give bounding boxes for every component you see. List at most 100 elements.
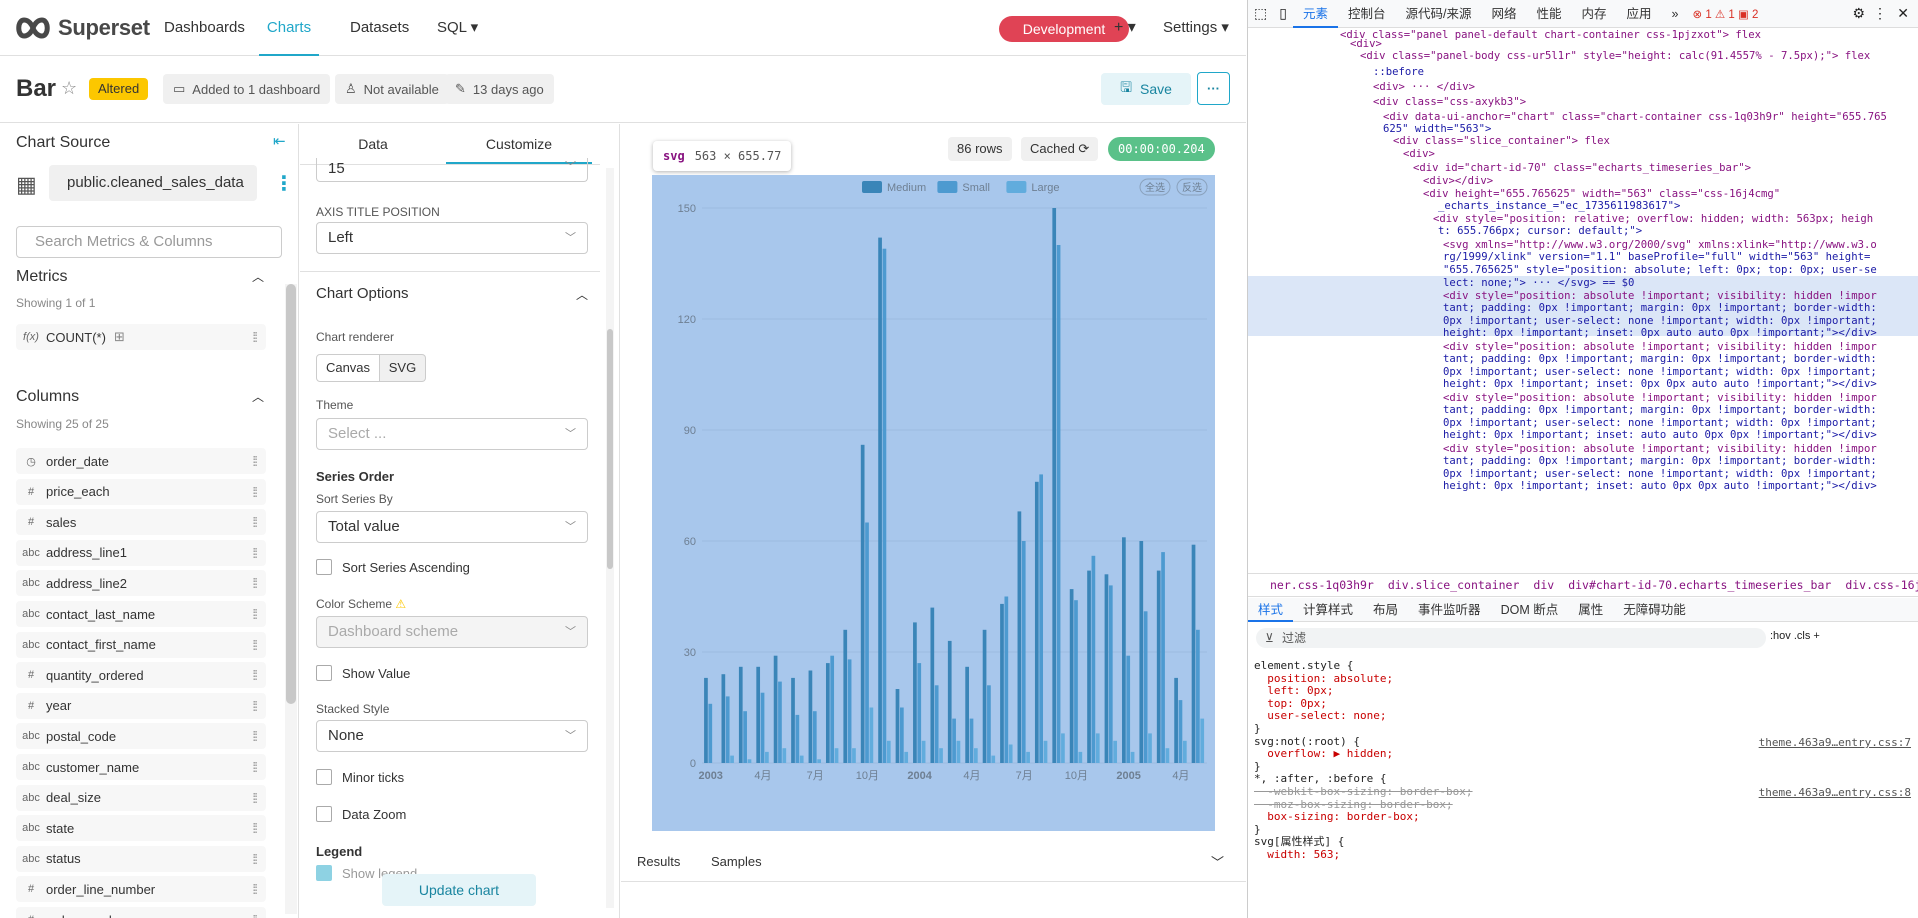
column-item[interactable]: abc contact_last_name ⁞⁞ xyxy=(16,601,266,627)
drag-handle-icon[interactable]: ⁞⁞ xyxy=(252,453,258,469)
dom-node-line[interactable]: height: 0px !important; inset: 0px 0px a… xyxy=(1443,377,1877,392)
nav-datasets[interactable]: Datasets xyxy=(350,0,409,56)
devtools-issue-counts[interactable]: ⊗ 1 ⚠ 1 ▣ 2 xyxy=(1688,7,1758,21)
chevron-up-icon[interactable]: ︿ xyxy=(252,268,264,285)
altered-badge[interactable]: Altered xyxy=(89,78,149,100)
dom-node-line[interactable]: height: 0px !important; inset: auto 0px … xyxy=(1443,479,1877,494)
subtab-event-listeners[interactable]: 事件监听器 xyxy=(1408,598,1491,622)
checkbox-checked[interactable] xyxy=(316,865,332,881)
data-zoom-checkbox[interactable]: Data Zoom xyxy=(316,806,406,822)
column-item[interactable]: # quantity_ordered ⁞⁞ xyxy=(16,662,266,689)
devtools-tab-sources[interactable]: 源代码/来源 xyxy=(1395,0,1481,28)
show-value-checkbox[interactable]: Show Value xyxy=(316,665,410,681)
drag-handle-icon[interactable]: ⁞⁞ xyxy=(252,759,258,775)
minor-ticks-checkbox[interactable]: Minor ticks xyxy=(316,769,404,785)
dom-node-line[interactable]: <div> ··· </div> xyxy=(1373,80,1475,95)
dashboards-meta[interactable]: ▭ Added to 1 dashboard xyxy=(163,74,331,104)
drag-handle-icon[interactable]: ⁞⁞ xyxy=(252,790,258,806)
styles-filter-input[interactable]: ⊻ 过滤 xyxy=(1256,628,1766,648)
columns-heading[interactable]: Columns xyxy=(16,388,79,406)
drag-handle-icon[interactable]: ⁞⁞ xyxy=(252,912,258,918)
nav-dashboards[interactable]: Dashboards xyxy=(164,0,245,56)
tab-results[interactable]: Results xyxy=(637,854,680,869)
update-chart-button[interactable]: Update chart xyxy=(382,874,536,906)
chevron-up-icon[interactable]: ︿ xyxy=(252,388,264,405)
column-item[interactable]: # year ⁞⁞ xyxy=(16,692,266,719)
column-item[interactable]: # sales ⁞⁞ xyxy=(16,509,266,536)
checkbox-box[interactable] xyxy=(316,806,332,822)
metric-item[interactable]: f(x) COUNT(*) ⊞ ⁞⁞ xyxy=(16,324,266,350)
column-item[interactable]: abc contact_first_name ⁞⁞ xyxy=(16,631,266,658)
column-item[interactable]: abc address_line2 ⁞⁞ xyxy=(16,570,266,597)
scrollbar-thumb[interactable] xyxy=(607,329,613,569)
crumb[interactable]: div.css-16j4cmg xyxy=(1845,578,1918,592)
renderer-svg-option[interactable]: SVG xyxy=(380,354,426,382)
tab-samples[interactable]: Samples xyxy=(711,854,762,869)
inspect-icon[interactable]: ⬚ xyxy=(1248,5,1273,22)
subtab-computed[interactable]: 计算样式 xyxy=(1293,598,1363,622)
column-item[interactable]: abc state ⁞⁞ xyxy=(16,815,266,842)
devtools-tab-elements[interactable]: 元素 xyxy=(1292,0,1338,28)
star-icon[interactable]: ☆ xyxy=(61,78,77,99)
font-size-select[interactable]: 15 ﹀ xyxy=(316,158,588,182)
column-item[interactable]: abc postal_code ⁞⁞ xyxy=(16,723,266,750)
new-plus-menu[interactable]: + ▾ xyxy=(1114,0,1136,56)
devtools-tab-console[interactable]: 控制台 xyxy=(1338,0,1396,28)
drag-handle-icon[interactable]: ⁞⁞ xyxy=(252,514,258,530)
metrics-heading[interactable]: Metrics xyxy=(16,268,68,286)
drag-handle-icon[interactable]: ⁞⁞ xyxy=(252,545,258,561)
gear-icon[interactable]: ⚙ xyxy=(1852,5,1865,22)
color-scheme-select[interactable]: Dashboard scheme ﹀ xyxy=(316,616,588,648)
checkbox-box[interactable] xyxy=(316,769,332,785)
more-actions-button[interactable]: ··· xyxy=(1197,72,1230,105)
column-item[interactable]: # price_each ⁞⁞ xyxy=(16,478,266,505)
column-item[interactable]: # order_line_number ⁞⁞ xyxy=(16,876,266,903)
axis-title-position-select[interactable]: Left ﹀ xyxy=(316,222,588,254)
devtools-more-tabs[interactable]: » xyxy=(1662,0,1689,28)
drag-handle-icon[interactable]: ⁞⁞ xyxy=(252,329,258,345)
column-item[interactable]: ◷ order_date ⁞⁞ xyxy=(16,448,266,474)
sort-series-by-select[interactable]: Total value ﹀ xyxy=(316,511,588,543)
dataset-name[interactable]: public.cleaned_sales_data xyxy=(49,165,257,201)
checkbox-box[interactable] xyxy=(316,665,332,681)
drag-handle-icon[interactable]: ⁞⁞ xyxy=(252,484,258,500)
drag-handle-icon[interactable]: ⁞⁞ xyxy=(252,606,258,622)
dom-node-line[interactable]: height: 0px !important; inset: 0px auto … xyxy=(1443,326,1877,341)
column-item[interactable]: #order_number ⁞⁞ xyxy=(16,907,266,918)
renderer-canvas-option[interactable]: Canvas xyxy=(316,354,380,382)
styles-toolbar-buttons[interactable]: :hov .cls + xyxy=(1770,630,1820,642)
drag-handle-icon[interactable]: ⁞⁞ xyxy=(252,637,258,653)
dom-node-line[interactable]: <div class="css-axykb3"> xyxy=(1373,95,1526,110)
crumb[interactable]: div.slice_container xyxy=(1388,578,1520,592)
dom-node-line[interactable]: <div class="panel-body css-ur5l1r" style… xyxy=(1360,49,1870,64)
css-source-link[interactable]: theme.463a9…entry.css:7 xyxy=(1759,735,1911,750)
settings-menu[interactable]: Settings ▾ xyxy=(1163,0,1229,56)
column-item[interactable]: abc customer_name ⁞⁞ xyxy=(16,754,266,780)
drag-handle-icon[interactable]: ⁞⁞ xyxy=(252,820,258,836)
collapse-panel-icon[interactable]: ⇤ xyxy=(273,132,286,150)
devtools-tab-network[interactable]: 网络 xyxy=(1481,0,1526,28)
chart-options-heading[interactable]: Chart Options xyxy=(316,285,409,302)
kebab-menu-icon[interactable]: ⋮ xyxy=(1873,5,1887,22)
theme-select[interactable]: Select ... ﹀ xyxy=(316,418,588,450)
dom-node-line[interactable]: ::before xyxy=(1373,65,1424,80)
crumb[interactable]: div#chart-id-70.echarts_timeseries_bar xyxy=(1568,578,1831,592)
css-source-link[interactable]: theme.463a9…entry.css:8 xyxy=(1759,785,1911,800)
devtools-tab-application[interactable]: 应用 xyxy=(1617,0,1662,28)
drag-handle-icon[interactable]: ⁞⁞ xyxy=(252,851,258,867)
search-metrics-columns-input[interactable]: Search Metrics & Columns xyxy=(16,226,282,258)
save-button[interactable]: 🖫 Save xyxy=(1101,73,1191,105)
nav-charts[interactable]: Charts xyxy=(259,0,319,56)
dom-node-line[interactable]: <div class="panel panel-default chart-co… xyxy=(1340,28,1761,43)
chevron-down-icon[interactable]: ﹀ xyxy=(1211,852,1224,871)
column-item[interactable]: abc deal_size ⁞⁞ xyxy=(16,784,266,811)
scrollbar-thumb[interactable] xyxy=(286,284,296,704)
dom-node-line[interactable]: t: 655.766px; cursor: default;"> xyxy=(1438,224,1642,239)
subtab-layout[interactable]: 布局 xyxy=(1363,598,1408,622)
dataset-menu-icon[interactable]: ⋮ xyxy=(274,171,294,196)
drag-handle-icon[interactable]: ⁞⁞ xyxy=(252,667,258,683)
chart-title[interactable]: Bar xyxy=(16,75,56,103)
subtab-accessibility[interactable]: 无障碍功能 xyxy=(1613,598,1696,622)
drag-handle-icon[interactable]: ⁞⁞ xyxy=(252,575,258,591)
crumb[interactable]: div xyxy=(1533,578,1554,592)
